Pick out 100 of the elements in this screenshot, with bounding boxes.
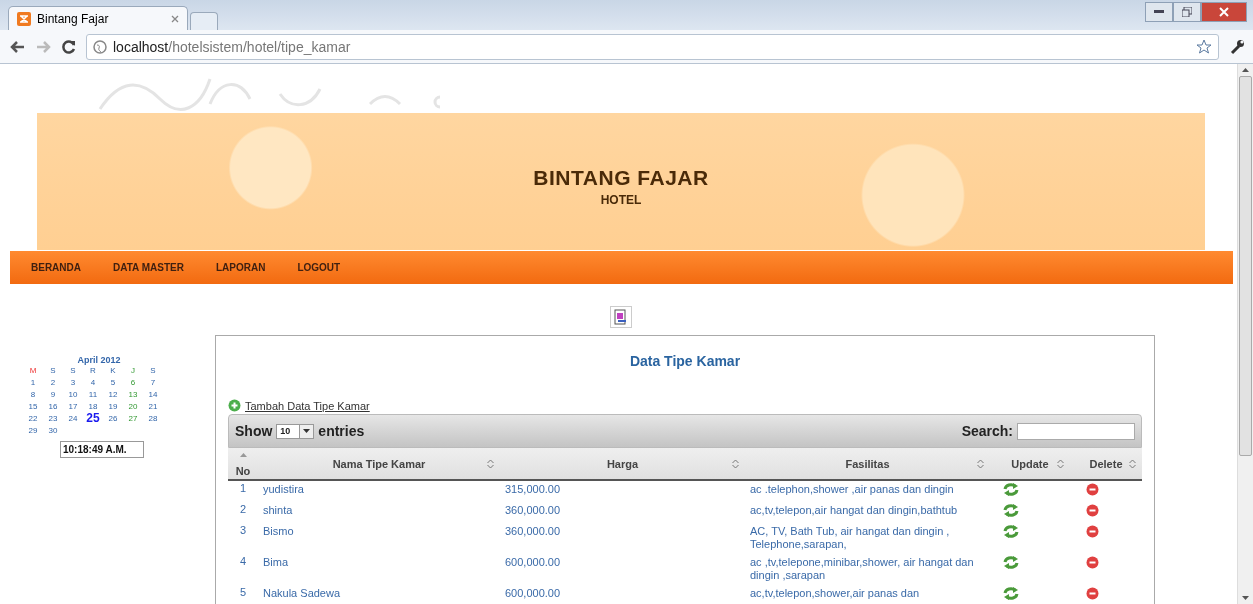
- calendar-day[interactable]: 6: [130, 378, 136, 387]
- calendar-day[interactable]: 27: [128, 414, 138, 423]
- facilities-cell: AC, TV, Bath Tub, air hangat dan dingin , Telephone,sarapan,: [750, 525, 950, 550]
- close-icon: [1219, 7, 1229, 17]
- price-cell: 360,000.00: [505, 525, 561, 537]
- calendar-day[interactable]: 18: [88, 402, 98, 411]
- wrench-icon[interactable]: [1229, 38, 1245, 55]
- facilities-cell: ac ,tv,telepone,minibar,shower, air hangat dan dingin ,sarapan: [750, 556, 974, 581]
- forward-icon[interactable]: [36, 39, 52, 54]
- column-header[interactable]: Harga: [500, 448, 745, 480]
- price-cell: 600,000.00: [505, 587, 561, 599]
- weekday-label: M: [29, 366, 37, 375]
- url-text: localhost/hotelsistem/hotel/tipe_kamar: [113, 38, 351, 55]
- calendar-day[interactable]: 29: [28, 426, 38, 435]
- hotel-subtitle: HOTEL: [600, 193, 642, 207]
- page-size-select[interactable]: 10: [276, 423, 315, 439]
- calendar-day[interactable]: 19: [108, 402, 118, 411]
- facilities-cell: ac,tv,telepon,air hangat dan dingin,bathtub: [750, 504, 958, 516]
- calendar-day[interactable]: 20: [128, 402, 138, 411]
- column-header[interactable]: Delete: [1070, 448, 1142, 480]
- calendar-day[interactable]: 24: [68, 414, 78, 423]
- calendar-day[interactable]: 4: [90, 378, 96, 387]
- close-window-button[interactable]: [1201, 2, 1247, 22]
- calendar-day[interactable]: 3: [70, 378, 76, 387]
- calendar-day[interactable]: 21: [148, 402, 158, 411]
- nav-link[interactable]: LOGOUT: [297, 262, 341, 273]
- calendar-day[interactable]: 1: [30, 378, 36, 387]
- calendar-day[interactable]: 5: [110, 378, 116, 387]
- print-icon[interactable]: [610, 306, 632, 328]
- refresh-icon[interactable]: [1003, 556, 1019, 569]
- row-number: 4: [239, 555, 247, 567]
- add-room-type-link[interactable]: Tambah Data Tipe Kamar: [245, 399, 370, 412]
- nav-link[interactable]: BERANDA: [31, 262, 81, 273]
- calendar-day[interactable]: 12: [108, 390, 118, 399]
- calendar-day[interactable]: 23: [48, 414, 58, 423]
- sort-ascending-icon[interactable]: [240, 453, 247, 457]
- calendar-day[interactable]: 25: [86, 414, 100, 423]
- row-number: 3: [239, 524, 247, 536]
- sort-icon[interactable]: [977, 459, 984, 469]
- search-field[interactable]: [1017, 422, 1135, 440]
- refresh-icon[interactable]: [1003, 587, 1019, 600]
- calendar-day[interactable]: 11: [88, 390, 98, 399]
- calendar-day[interactable]: 17: [68, 402, 78, 411]
- nav-link[interactable]: DATA MASTER: [113, 262, 184, 273]
- room-type-name: Bismo: [263, 525, 294, 537]
- minimize-icon: [1154, 10, 1164, 14]
- calendar-day[interactable]: 13: [128, 390, 138, 399]
- calendar-day[interactable]: 26: [108, 414, 118, 423]
- reload-icon[interactable]: [62, 39, 76, 54]
- sort-icon[interactable]: [732, 459, 739, 469]
- facilities-cell: ac .telephon,shower ,air panas dan dingin: [750, 483, 954, 495]
- calendar-day[interactable]: 7: [150, 378, 156, 387]
- column-header[interactable]: Nama Tipe Kamar: [258, 448, 500, 480]
- weekday-label: S: [50, 366, 56, 375]
- calendar-day[interactable]: 14: [148, 390, 158, 399]
- sort-icon[interactable]: [1057, 459, 1064, 469]
- close-tab-icon[interactable]: [171, 14, 179, 23]
- refresh-icon[interactable]: [1003, 504, 1019, 517]
- price-cell: 360,000.00: [505, 504, 561, 516]
- sort-icon[interactable]: [1129, 459, 1136, 469]
- row-number: 2: [239, 503, 247, 515]
- calendar-day[interactable]: 2: [50, 378, 56, 387]
- calendar-day[interactable]: 8: [30, 390, 36, 399]
- calendar-day[interactable]: 16: [48, 402, 58, 411]
- calendar-day[interactable]: 22: [28, 414, 38, 423]
- refresh-icon[interactable]: [1003, 525, 1019, 538]
- star-icon[interactable]: [1196, 38, 1212, 55]
- app-icon: [17, 11, 31, 26]
- column-header[interactable]: Fasilitas: [745, 448, 990, 480]
- delete-icon[interactable]: [1086, 525, 1099, 538]
- room-type-name: Nakula Sadewa: [263, 587, 341, 599]
- weekday-label: S: [150, 366, 156, 375]
- delete-icon[interactable]: [1086, 587, 1099, 600]
- delete-icon[interactable]: [1086, 556, 1099, 569]
- refresh-icon[interactable]: [1003, 483, 1019, 496]
- scrollbar[interactable]: [1237, 64, 1253, 604]
- facilities-cell: ac,tv,telepon,shower,air panas dan: [750, 587, 920, 599]
- new-tab-button[interactable]: [190, 12, 218, 30]
- column-header[interactable]: No: [228, 448, 258, 480]
- address-bar[interactable]: localhost/hotelsistem/hotel/tipe_kamar: [86, 33, 1219, 60]
- back-icon[interactable]: [8, 39, 26, 54]
- calendar-day[interactable]: 30: [48, 426, 58, 435]
- calendar-month: April 2012: [76, 355, 122, 365]
- weekday-label: S: [70, 366, 76, 375]
- delete-icon[interactable]: [1086, 483, 1099, 496]
- calendar-day[interactable]: 28: [148, 414, 158, 423]
- row-number: 5: [239, 586, 247, 598]
- delete-icon[interactable]: [1086, 504, 1099, 517]
- column-header[interactable]: Update: [990, 448, 1070, 480]
- room-type-name: shinta: [263, 504, 293, 516]
- search-label: Search:: [961, 423, 1013, 439]
- calendar-day[interactable]: 10: [68, 390, 78, 399]
- hotel-name: BINTANG FAJAR: [533, 166, 709, 190]
- calendar-day[interactable]: 15: [28, 402, 38, 411]
- sort-icon[interactable]: [487, 459, 494, 469]
- minimize-button[interactable]: [1145, 2, 1173, 22]
- browser-tab[interactable]: Bintang Fajar: [8, 6, 188, 30]
- nav-link[interactable]: LAPORAN: [215, 262, 266, 273]
- calendar-day[interactable]: 9: [50, 390, 56, 399]
- weekday-label: K: [110, 366, 116, 375]
